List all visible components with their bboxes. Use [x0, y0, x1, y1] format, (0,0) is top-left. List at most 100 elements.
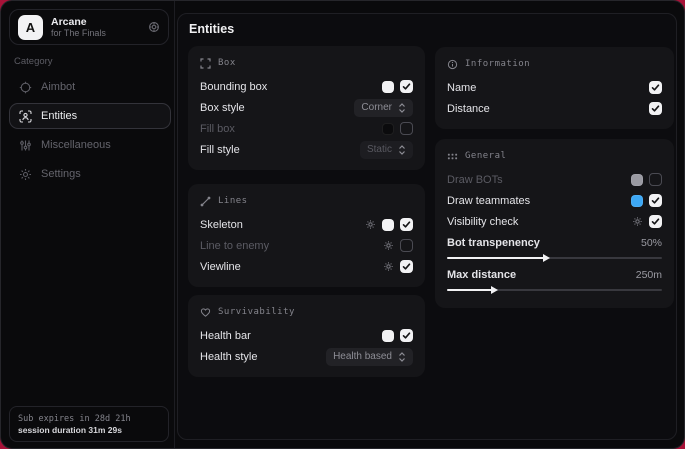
color-swatch[interactable]: [382, 81, 394, 93]
card-title: Box: [218, 58, 236, 68]
sidebar-item-label: Aimbot: [41, 81, 75, 93]
sidebar-nav: Aimbot Entities Miscella: [1, 71, 175, 190]
row-label: Bounding box: [200, 81, 382, 93]
bot-transparency-control: Bot transpenency 50%: [447, 234, 662, 259]
grid-icon: [447, 151, 458, 162]
row-label: Health bar: [200, 330, 382, 342]
bot-transparency-slider[interactable]: [447, 257, 662, 259]
row-label: Viewline: [200, 261, 383, 273]
row-health-style: Health style Health based: [200, 346, 413, 367]
box-corners-icon: [200, 58, 211, 69]
slider-thumb[interactable]: [491, 286, 498, 294]
dropdown-value: Health based: [333, 351, 392, 362]
row-label: Fill style: [200, 144, 360, 156]
gear-icon: [19, 168, 32, 181]
row-line-to-enemy: Line to enemy: [200, 235, 413, 256]
slider-value: 250m: [636, 269, 662, 281]
crosshair-icon: [19, 81, 32, 94]
app-subtitle: for The Finals: [51, 28, 140, 38]
fill-style-dropdown[interactable]: Static: [360, 141, 413, 159]
checkbox-unchecked[interactable]: [400, 239, 413, 252]
checkbox-checked[interactable]: [649, 81, 662, 94]
max-distance-control: Max distance 250m: [447, 266, 662, 291]
app-window: A Arcane for The Finals Category: [0, 0, 685, 449]
card-survivability: Survivability Health bar Health style He…: [188, 295, 425, 377]
row-label: Name: [447, 82, 649, 94]
heart-icon: [200, 307, 211, 318]
color-swatch[interactable]: [382, 330, 394, 342]
sidebar-item-entities[interactable]: Entities: [9, 103, 171, 129]
config-gear-icon[interactable]: [383, 240, 394, 251]
dropdown-value: Static: [367, 144, 392, 155]
session-duration-text: session duration 31m 29s: [18, 425, 160, 435]
entities-icon: [19, 110, 32, 123]
card-title: Information: [465, 59, 530, 69]
row-label: Draw teammates: [447, 195, 631, 207]
row-label: Fill box: [200, 123, 382, 135]
sidebar-item-label: Entities: [41, 110, 77, 122]
dropdown-value: Corner: [361, 102, 392, 113]
color-swatch[interactable]: [382, 219, 394, 231]
row-draw-bots: Draw BOTs: [447, 169, 662, 190]
row-label: Visibility check: [447, 216, 632, 228]
slider-label: Bot transpenency: [447, 237, 641, 249]
slider-value: 50%: [641, 237, 662, 249]
slider-label: Max distance: [447, 269, 636, 281]
row-viewline: Viewline: [200, 256, 413, 277]
row-bounding-box: Bounding box: [200, 76, 413, 97]
card-information: Information Name Distance: [435, 47, 674, 129]
row-name: Name: [447, 77, 662, 98]
checkbox-checked[interactable]: [400, 218, 413, 231]
row-label: Draw BOTs: [447, 174, 631, 186]
config-gear-icon[interactable]: [383, 261, 394, 272]
row-visibility-check: Visibility check: [447, 211, 662, 232]
card-title: General: [465, 151, 506, 161]
card-title: Lines: [218, 196, 248, 206]
row-fill-box: Fill box: [200, 118, 413, 139]
checkbox-unchecked[interactable]: [649, 173, 662, 186]
checkbox-checked[interactable]: [649, 102, 662, 115]
row-label: Line to enemy: [200, 240, 383, 252]
config-gear-icon[interactable]: [365, 219, 376, 230]
diagonal-line-icon: [200, 196, 211, 207]
chevron-up-down-icon: [398, 103, 406, 113]
row-label: Distance: [447, 103, 649, 115]
sidebar-item-settings[interactable]: Settings: [9, 161, 167, 187]
refresh-icon[interactable]: [148, 21, 160, 33]
main-panel: Entities Box Bounding box: [177, 13, 677, 440]
checkbox-checked[interactable]: [649, 194, 662, 207]
app-logo: A: [18, 15, 43, 40]
sidebar-item-label: Miscellaneous: [41, 139, 111, 151]
row-label: Box style: [200, 102, 354, 114]
row-label: Health style: [200, 351, 326, 363]
page-title: Entities: [189, 22, 234, 36]
row-distance: Distance: [447, 98, 662, 119]
category-label: Category: [14, 56, 53, 67]
slider-thumb[interactable]: [543, 254, 550, 262]
sidebar-item-miscellaneous[interactable]: Miscellaneous: [9, 132, 167, 158]
row-fill-style: Fill style Static: [200, 139, 413, 160]
info-icon: [447, 59, 458, 70]
row-health-bar: Health bar: [200, 325, 413, 346]
color-swatch[interactable]: [631, 174, 643, 186]
checkbox-unchecked[interactable]: [400, 122, 413, 135]
checkbox-checked[interactable]: [400, 80, 413, 93]
config-gear-icon[interactable]: [632, 216, 643, 227]
checkbox-checked[interactable]: [400, 329, 413, 342]
sub-expiry-text: Sub expires in 28d 21h: [18, 414, 160, 424]
max-distance-slider[interactable]: [447, 289, 662, 291]
checkbox-checked[interactable]: [649, 215, 662, 228]
sidebar-item-aimbot[interactable]: Aimbot: [9, 74, 167, 100]
color-swatch[interactable]: [382, 123, 394, 135]
checkbox-checked[interactable]: [400, 260, 413, 273]
app-name: Arcane: [51, 16, 140, 28]
health-style-dropdown[interactable]: Health based: [326, 348, 413, 366]
card-lines: Lines Skeleton Line to enemy: [188, 184, 425, 287]
row-label: Skeleton: [200, 219, 365, 231]
row-skeleton: Skeleton: [200, 214, 413, 235]
box-style-dropdown[interactable]: Corner: [354, 99, 413, 117]
color-swatch[interactable]: [631, 195, 643, 207]
subscription-info: Sub expires in 28d 21h session duration …: [9, 406, 169, 442]
row-box-style: Box style Corner: [200, 97, 413, 118]
sliders-icon: [19, 139, 32, 152]
